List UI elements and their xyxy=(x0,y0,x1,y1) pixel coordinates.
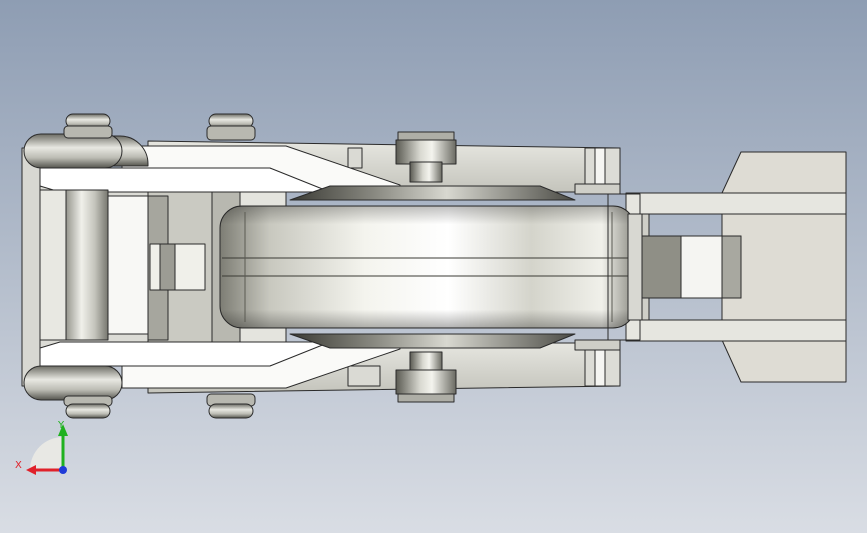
bolt-head-top-1 xyxy=(63,113,113,139)
link-eye-top xyxy=(23,133,149,169)
hub-cone-top xyxy=(289,185,576,201)
y-axis-label: Y xyxy=(57,420,65,431)
hub-cone-bottom xyxy=(289,333,576,349)
bolt-head-bottom-1 xyxy=(63,395,113,419)
bolt-head-top-2 xyxy=(206,113,256,141)
pivot-pin xyxy=(39,189,109,341)
cad-viewport[interactable]: Y X xyxy=(0,0,867,533)
caster-wheel[interactable] xyxy=(219,205,636,329)
model-view[interactable]: Y X xyxy=(0,0,867,533)
z-axis-point xyxy=(59,466,67,474)
bolt-head-bottom-2 xyxy=(206,393,256,419)
x-axis-label: X xyxy=(15,460,22,471)
link-eye-bottom xyxy=(23,365,123,401)
